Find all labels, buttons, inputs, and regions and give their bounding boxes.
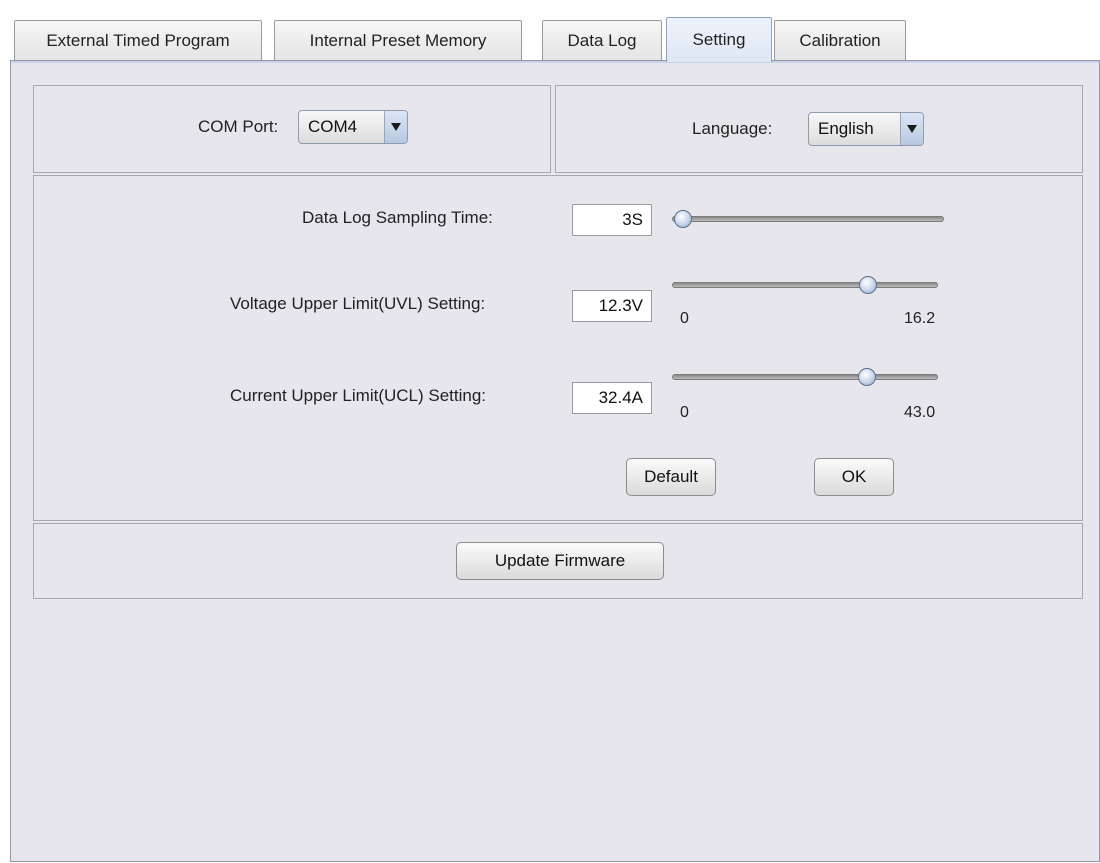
language-select[interactable]: English <box>808 112 924 146</box>
language-label: Language: <box>692 119 773 138</box>
com-port-section: COM Port: COM4 <box>33 85 551 173</box>
uvl-field[interactable]: 12.3V <box>572 290 652 322</box>
sampling-time-label: Data Log Sampling Time: <box>302 208 493 227</box>
uvl-slider-track[interactable] <box>672 282 938 288</box>
sampling-time-value: 3S <box>622 210 643 229</box>
tab-label: Data Log <box>567 31 637 50</box>
uvl-slider-thumb[interactable] <box>859 276 878 294</box>
sampling-time-field[interactable]: 3S <box>572 204 652 236</box>
ucl-value: 32.4A <box>598 388 643 407</box>
com-port-value: COM4 <box>308 117 358 136</box>
sampling-time-slider-track[interactable] <box>672 216 944 222</box>
uvl-label: Voltage Upper Limit(UVL) Setting: <box>230 294 486 313</box>
app-window: External Timed Program Internal Preset M… <box>0 0 1100 863</box>
language-section: Language: English <box>555 85 1083 173</box>
ucl-min-tick: 0 <box>680 404 689 421</box>
setting-panel: COM Port: COM4 Language: English Data Lo… <box>10 60 1100 862</box>
ucl-max-tick: 43.0 <box>904 404 936 421</box>
tab-label: Calibration <box>799 31 881 50</box>
sampling-time-slider-thumb[interactable] <box>674 210 692 228</box>
chevron-down-icon <box>900 113 923 145</box>
tab-label: Internal Preset Memory <box>309 31 487 50</box>
default-button[interactable]: Default <box>626 458 716 496</box>
uvl-max-tick: 16.2 <box>904 310 936 327</box>
panel-accent-line <box>11 61 1099 63</box>
com-port-label: COM Port: <box>198 117 279 136</box>
uvl-value: 12.3V <box>598 296 643 315</box>
com-port-select[interactable]: COM4 <box>298 110 408 144</box>
tab-internal-preset-memory[interactable]: Internal Preset Memory <box>274 20 522 61</box>
tab-calibration[interactable]: Calibration <box>774 20 906 61</box>
default-button-label: Default <box>644 467 698 486</box>
ucl-slider-thumb[interactable] <box>857 368 876 386</box>
update-firmware-label: Update Firmware <box>494 551 626 570</box>
chevron-down-icon <box>384 111 407 143</box>
language-value: English <box>818 119 874 138</box>
ok-button-label: OK <box>841 467 867 486</box>
tab-external-timed-program[interactable]: External Timed Program <box>14 20 262 61</box>
ucl-field[interactable]: 32.4A <box>572 382 652 414</box>
tab-data-log[interactable]: Data Log <box>542 20 662 61</box>
tab-setting[interactable]: Setting <box>666 17 772 62</box>
update-firmware-button[interactable]: Update Firmware <box>456 542 664 580</box>
tab-label: External Timed Program <box>46 31 230 50</box>
ok-button[interactable]: OK <box>814 458 894 496</box>
ucl-label: Current Upper Limit(UCL) Setting: <box>230 386 487 405</box>
tab-label: Setting <box>692 30 746 49</box>
uvl-min-tick: 0 <box>680 310 689 327</box>
ucl-slider-track[interactable] <box>672 374 938 380</box>
limits-section: Data Log Sampling Time: 3S Voltage Upper… <box>33 175 1083 521</box>
firmware-section: Update Firmware <box>33 523 1083 599</box>
